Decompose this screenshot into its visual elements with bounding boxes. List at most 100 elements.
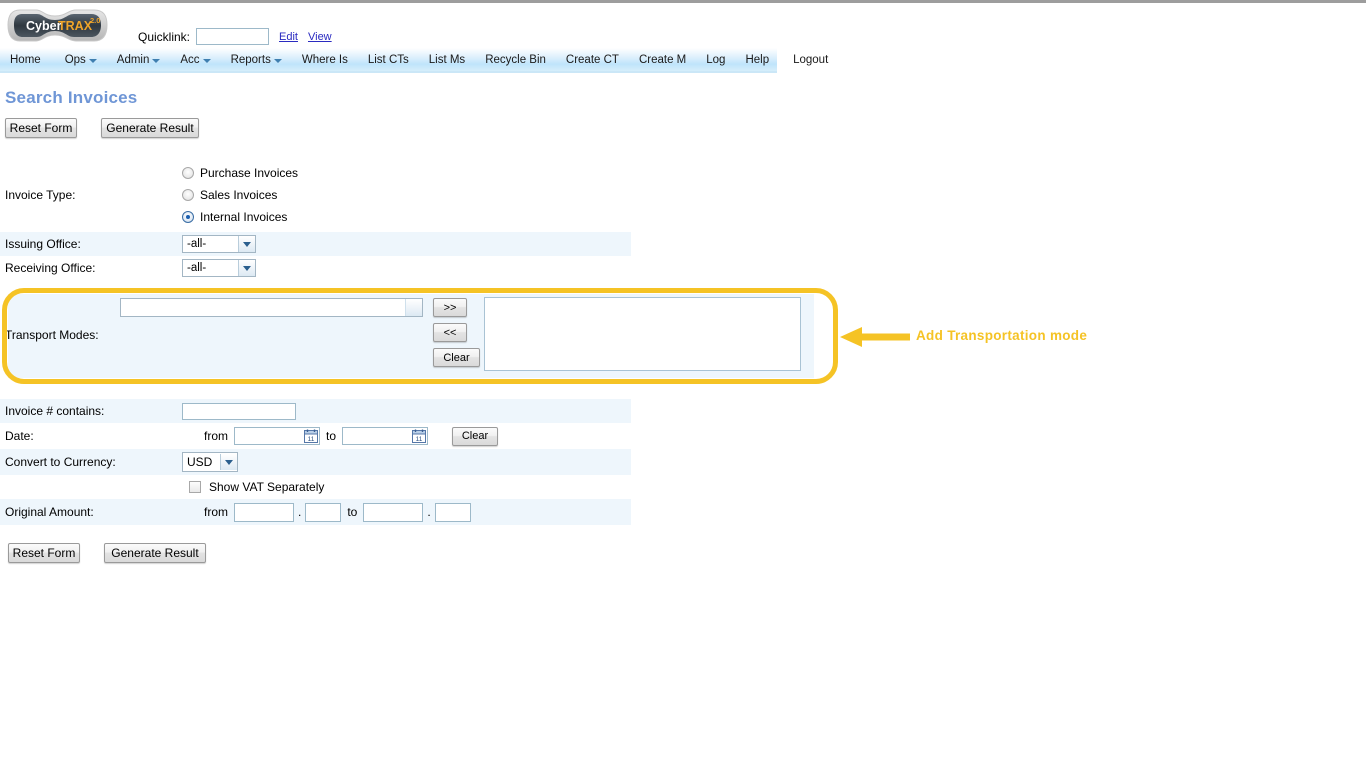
transport-modes-clear-button[interactable]: Clear: [433, 348, 480, 367]
receiving-office-select[interactable]: -all-: [182, 259, 256, 277]
nav-item-label: Create CT: [565, 53, 619, 66]
chevron-down-icon[interactable]: [238, 260, 255, 276]
original-amount-from-frac-input[interactable]: [305, 502, 342, 522]
annotation-text: Add Transportation mode: [916, 328, 1088, 343]
chevron-down-icon[interactable]: [202, 59, 211, 63]
date-from-field: 11: [234, 427, 320, 445]
nav-item-create-ct[interactable]: Create CT: [556, 47, 629, 72]
nav-item-label: Home: [10, 53, 41, 66]
invoice-type-row: Invoice Type: Purchase Invoices Sales In…: [0, 158, 631, 232]
annotation-callout: Add Transportation mode: [840, 322, 1140, 352]
radio-option-internal-invoices[interactable]: Internal Invoices: [182, 210, 298, 224]
nav-item-list-ms[interactable]: List Ms: [419, 47, 475, 72]
calendar-icon[interactable]: 11: [412, 429, 427, 443]
nav-item-reports[interactable]: Reports: [221, 47, 292, 72]
currency-label: Convert to Currency:: [5, 455, 116, 469]
generate-result-button-bottom[interactable]: Generate Result: [104, 543, 206, 563]
nav-item-label: Log: [706, 53, 726, 66]
nav-item-label: Create M: [638, 53, 687, 66]
original-amount-to-frac-input[interactable]: [434, 502, 471, 522]
nav-item-home[interactable]: Home: [0, 47, 51, 72]
radio-option-purchase-invoices[interactable]: Purchase Invoices: [182, 166, 298, 180]
nav-item-label: List Ms: [428, 53, 466, 66]
radio-purchase-invoices[interactable]: [182, 167, 194, 179]
original-amount-label: Original Amount:: [5, 505, 94, 519]
quicklink-view-link[interactable]: View: [308, 31, 332, 43]
currency-row: Convert to Currency: USD: [0, 449, 631, 475]
reset-form-button-bottom[interactable]: Reset Form: [8, 543, 80, 563]
nav-item-label: Admin: [116, 53, 150, 66]
transport-modes-add-button[interactable]: >>: [433, 298, 467, 317]
show-vat-row: Show VAT Separately: [0, 475, 631, 499]
chevron-down-icon[interactable]: [405, 299, 422, 316]
date-clear-button[interactable]: Clear: [452, 426, 499, 446]
nav-item-label: List CTs: [367, 53, 409, 66]
receiving-office-label: Receiving Office:: [5, 261, 96, 275]
nav-item-label: Recycle Bin: [485, 53, 546, 66]
invoice-type-radio-group: Purchase Invoices Sales Invoices Interna…: [182, 158, 298, 232]
nav-item-recycle-bin[interactable]: Recycle Bin: [475, 47, 556, 72]
quicklink-edit-link[interactable]: Edit: [279, 31, 298, 43]
chevron-down-icon[interactable]: [152, 59, 161, 63]
chevron-down-icon[interactable]: [273, 59, 282, 63]
invoice-contains-label: Invoice # contains:: [5, 404, 105, 418]
chevron-down-icon[interactable]: [88, 59, 97, 63]
nav-item-log[interactable]: Log: [696, 47, 735, 72]
nav-item-logout[interactable]: Logout: [783, 47, 838, 72]
radio-option-sales-invoices[interactable]: Sales Invoices: [182, 188, 298, 202]
generate-result-button-top[interactable]: Generate Result: [101, 118, 199, 138]
reset-form-button-top[interactable]: Reset Form: [5, 118, 77, 138]
original-amount-from-whole-input[interactable]: [234, 502, 294, 522]
invoice-type-label: Invoice Type:: [5, 188, 76, 202]
original-amount-to-separator: .: [427, 505, 431, 519]
nav-item-admin[interactable]: Admin: [107, 47, 171, 72]
nav-item-label: Where Is: [301, 53, 348, 66]
svg-text:TRAX: TRAX: [58, 19, 93, 33]
date-label: Date:: [5, 429, 34, 443]
invoice-contains-input[interactable]: [182, 402, 296, 420]
calendar-icon[interactable]: 11: [304, 429, 318, 443]
radio-label-purchase-invoices: Purchase Invoices: [200, 166, 299, 180]
show-vat-checkbox[interactable]: [189, 481, 201, 493]
nav-item-ops[interactable]: Ops: [55, 47, 107, 72]
original-amount-from-label: from: [204, 505, 228, 519]
svg-text:11: 11: [308, 436, 315, 443]
svg-text:11: 11: [416, 436, 423, 443]
nav-item-label: Logout: [793, 53, 829, 66]
invoice-contains-row: Invoice # contains:: [0, 399, 631, 423]
date-to-field: 11: [342, 427, 429, 445]
issuing-office-select[interactable]: -all-: [182, 235, 256, 253]
chevron-down-icon[interactable]: [238, 236, 255, 252]
nav-item-label: Reports: [230, 53, 271, 66]
bottom-toolbar: Reset Form Generate Result: [8, 543, 206, 563]
chevron-down-icon[interactable]: [220, 454, 237, 470]
nav-item-acc[interactable]: Acc: [170, 47, 220, 72]
original-amount-row: Original Amount: from . to .: [0, 499, 631, 525]
transport-modes-select[interactable]: [120, 298, 423, 317]
issuing-office-value: -all-: [187, 238, 207, 250]
receiving-office-value: -all-: [187, 262, 207, 274]
original-amount-from-separator: .: [298, 505, 302, 519]
original-amount-to-label: to: [347, 505, 358, 519]
search-form: Invoice Type: Purchase Invoices Sales In…: [0, 158, 631, 280]
original-amount-to-whole-input[interactable]: [363, 502, 424, 522]
nav-item-label: Help: [745, 53, 770, 66]
quicklink-input[interactable]: [196, 28, 270, 45]
issuing-office-label: Issuing Office:: [5, 237, 81, 251]
quicklink-label: Quicklink:: [138, 29, 191, 44]
page-header: Cyber TRAX 2.0 Quicklink: Edit View: [0, 3, 1366, 48]
nav-item-create-m[interactable]: Create M: [629, 47, 696, 72]
nav-item-help[interactable]: Help: [735, 47, 779, 72]
svg-text:Cyber: Cyber: [26, 19, 62, 33]
nav-item-where-is[interactable]: Where Is: [292, 47, 358, 72]
nav-item-label: Ops: [64, 53, 86, 66]
transport-modes-remove-button[interactable]: <<: [433, 323, 467, 342]
currency-select[interactable]: USD: [182, 452, 238, 472]
radio-internal-invoices[interactable]: [182, 211, 194, 223]
radio-sales-invoices[interactable]: [182, 189, 194, 201]
date-row: Date: from 11 to 11 Clear: [0, 423, 631, 449]
cybertrax-logo[interactable]: Cyber TRAX 2.0: [6, 4, 111, 47]
transport-modes-label: Transport Modes:: [5, 328, 99, 342]
nav-item-list-cts[interactable]: List CTs: [358, 47, 419, 72]
transport-modes-selected-listbox[interactable]: [484, 297, 801, 371]
